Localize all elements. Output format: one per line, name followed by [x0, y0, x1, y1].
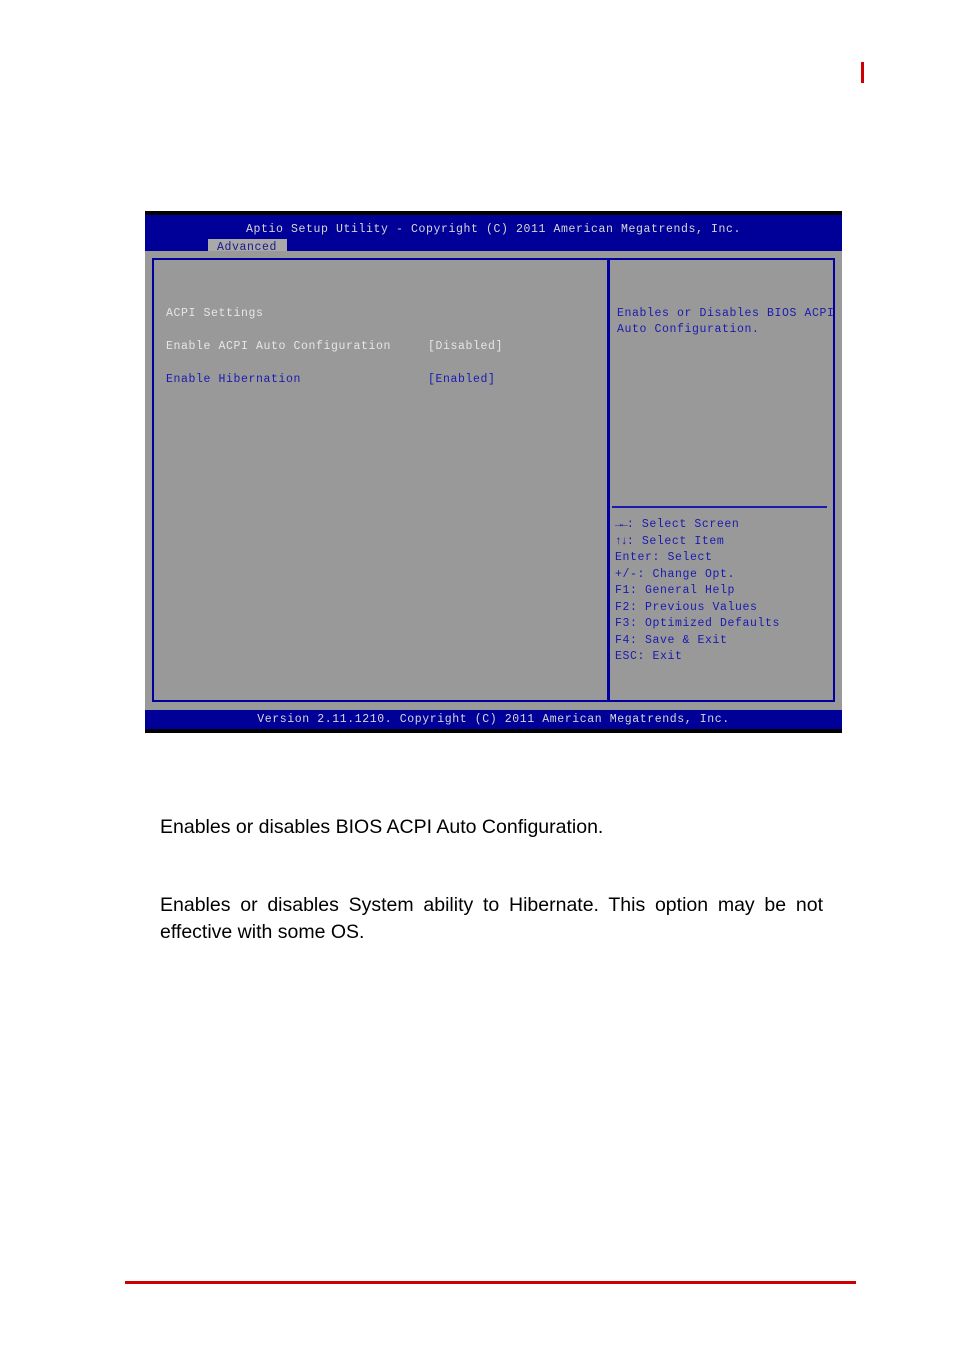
arrow-up-down-icon: ↑↓ — [615, 534, 628, 548]
key-legend-key: F3 — [615, 617, 631, 630]
bios-footer-bar: Version 2.11.1210. Copyright (C) 2011 Am… — [145, 710, 842, 729]
bios-version-text: Version 2.11.1210. Copyright (C) 2011 Am… — [257, 713, 730, 726]
section-title-acpi-settings: ACPI Settings — [166, 307, 264, 320]
setting-row-enable-acpi-auto-configuration[interactable]: Enable ACPI Auto Configuration [Disabled… — [166, 339, 586, 355]
arrow-left-right-icon: →← — [615, 518, 628, 531]
bios-setup-screenshot: Aptio Setup Utility - Copyright (C) 2011… — [145, 211, 842, 733]
key-legend-item-exit: ESC: Exit — [615, 649, 830, 666]
key-legend-item-select-screen: →←: Select Screen — [615, 517, 830, 534]
key-legend-item-enter-select: Enter: Select — [615, 550, 830, 567]
key-legend-label: : Select — [652, 551, 713, 564]
key-legend-item-save-and-exit: F4: Save & Exit — [615, 633, 830, 650]
key-legend-key: ESC — [615, 650, 638, 663]
key-legend-label: : Select Item — [626, 534, 725, 548]
key-legend-label: : Optimized Defaults — [630, 617, 781, 630]
key-legend-item-optimized-defaults: F3: Optimized Defaults — [615, 616, 830, 633]
key-legend: →←: Select Screen ↑↓: Select Item Enter:… — [615, 517, 830, 666]
bios-body: ACPI Settings Enable ACPI Auto Configura… — [145, 251, 842, 710]
bios-bottom-border — [145, 729, 842, 733]
key-legend-key: F2 — [615, 600, 631, 614]
key-legend-item-general-help: F1: General Help — [615, 583, 830, 600]
setting-row-enable-hibernation[interactable]: Enable Hibernation [Enabled] — [166, 372, 586, 388]
help-description-line-1: Enables or Disables BIOS ACPI — [617, 307, 835, 320]
help-separator — [612, 506, 827, 508]
key-legend-item-change-opt: +/-: Change Opt. — [615, 567, 830, 584]
key-legend-label: : Change Opt. — [637, 567, 736, 581]
help-description: Enables or Disables BIOS ACPI Auto Confi… — [617, 306, 835, 338]
key-legend-label: : Select Screen — [626, 518, 740, 531]
setting-label: Enable Hibernation — [166, 373, 302, 386]
setting-label: Enable ACPI Auto Configuration — [166, 340, 392, 353]
key-legend-item-select-item: ↑↓: Select Item — [615, 534, 830, 551]
key-legend-label: : Previous Values — [630, 600, 758, 614]
settings-pane — [152, 258, 608, 702]
page-footer-rule — [125, 1281, 856, 1284]
bios-title-bar: Aptio Setup Utility - Copyright (C) 2011… — [145, 215, 842, 257]
key-legend-label: : Save & Exit — [630, 633, 728, 647]
key-legend-label: : General Help — [630, 584, 736, 597]
key-legend-label: : Exit — [637, 650, 683, 663]
key-legend-item-previous-values: F2: Previous Values — [615, 600, 830, 617]
setting-value[interactable]: [Disabled] — [428, 339, 503, 355]
page-change-bar — [861, 62, 864, 83]
bios-title: Aptio Setup Utility - Copyright (C) 2011… — [245, 223, 742, 236]
key-legend-key: F4 — [615, 633, 631, 647]
description-paragraph-hibernation: Enables or disables System ability to Hi… — [160, 894, 823, 943]
help-description-line-2: Auto Configuration. — [617, 323, 760, 336]
key-legend-key: F1 — [615, 584, 631, 597]
description-paragraph-acpi-auto-configuration: Enables or disables BIOS ACPI Auto Confi… — [160, 816, 604, 838]
setting-value[interactable]: [Enabled] — [428, 372, 496, 388]
key-legend-key: Enter — [615, 551, 653, 564]
key-legend-key: +/- — [615, 567, 638, 581]
